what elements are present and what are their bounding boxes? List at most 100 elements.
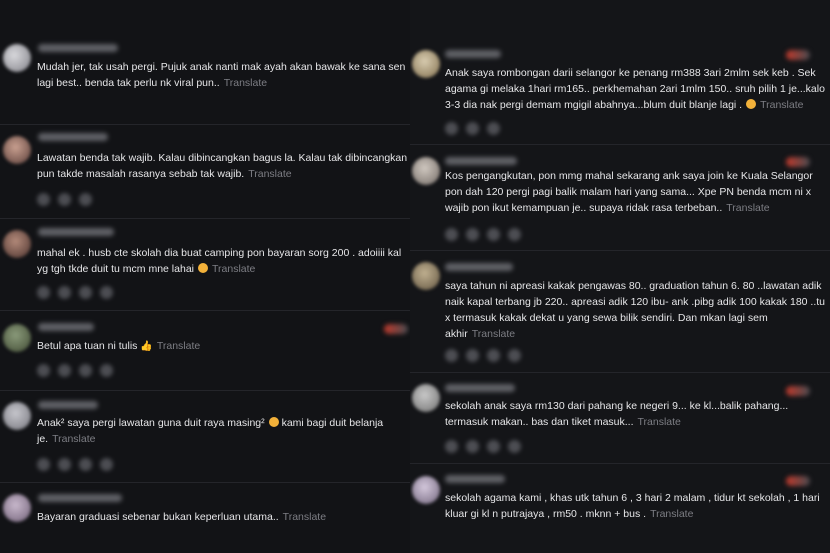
left-comment-column: Mudah jer, tak usah pergi. Pujuk anak na… bbox=[0, 0, 410, 553]
like-icon[interactable] bbox=[37, 458, 50, 471]
face-icon bbox=[746, 99, 757, 109]
comment-body: Betul apa tuan ni tulis bbox=[37, 340, 138, 352]
more-icon[interactable] bbox=[508, 440, 521, 453]
divider bbox=[0, 218, 410, 219]
divider bbox=[410, 250, 830, 251]
translate-link[interactable]: Translate bbox=[638, 416, 681, 428]
reply-icon[interactable] bbox=[58, 193, 71, 206]
divider bbox=[0, 310, 410, 311]
like-icon[interactable] bbox=[445, 228, 458, 241]
share-icon[interactable] bbox=[79, 286, 92, 299]
avatar[interactable] bbox=[3, 324, 31, 352]
comment-actions[interactable] bbox=[37, 458, 121, 472]
comment-actions[interactable] bbox=[445, 440, 529, 454]
reaction-icon[interactable] bbox=[786, 386, 810, 396]
comment-actions[interactable] bbox=[37, 364, 121, 378]
comment-actions[interactable] bbox=[37, 193, 100, 207]
comment-text: Lawatan benda tak wajib. Kalau dibincang… bbox=[37, 150, 410, 182]
comment-text: Betul apa tuan ni tulis 👍 Translate bbox=[37, 338, 410, 355]
like-icon[interactable] bbox=[37, 193, 50, 206]
translate-link[interactable]: Translate bbox=[283, 511, 326, 523]
comment-actions[interactable] bbox=[445, 349, 529, 363]
comment-body: Anak² saya pergi lawatan guna duit raya … bbox=[37, 417, 265, 429]
divider bbox=[410, 372, 830, 373]
commenter-name-blurred[interactable] bbox=[38, 494, 122, 502]
reaction-icon[interactable] bbox=[786, 476, 810, 486]
translate-link[interactable]: Translate bbox=[248, 168, 291, 180]
face-icon bbox=[268, 417, 279, 427]
comment-text: mahal ek . husb cte skolah dia buat camp… bbox=[37, 245, 410, 277]
commenter-name-blurred[interactable] bbox=[38, 401, 98, 409]
avatar[interactable] bbox=[412, 262, 440, 290]
reply-icon[interactable] bbox=[466, 122, 479, 135]
comment-actions[interactable] bbox=[445, 122, 508, 136]
comment-text: Anak saya rombongan darii selangor ke pe… bbox=[445, 65, 825, 113]
reply-icon[interactable] bbox=[58, 286, 71, 299]
translate-link[interactable]: Translate bbox=[760, 99, 803, 111]
more-icon[interactable] bbox=[100, 286, 113, 299]
divider bbox=[0, 390, 410, 391]
comment-text: sekolah agama kami , khas utk tahun 6 , … bbox=[445, 490, 825, 522]
commenter-name-blurred[interactable] bbox=[445, 384, 515, 392]
more-icon[interactable] bbox=[508, 228, 521, 241]
face-icon bbox=[198, 263, 208, 273]
translate-link[interactable]: Translate bbox=[726, 202, 769, 214]
translate-link[interactable]: Translate bbox=[650, 508, 693, 520]
avatar[interactable] bbox=[3, 44, 31, 72]
comment-body: sekolah anak saya rm130 dari pahang ke n… bbox=[445, 400, 789, 428]
commenter-name-blurred[interactable] bbox=[38, 44, 118, 52]
comment-actions[interactable] bbox=[445, 228, 529, 242]
reply-icon[interactable] bbox=[466, 349, 479, 362]
avatar[interactable] bbox=[3, 136, 31, 164]
divider bbox=[410, 463, 830, 464]
commenter-name-blurred[interactable] bbox=[38, 323, 94, 331]
divider bbox=[0, 124, 410, 125]
like-icon[interactable] bbox=[445, 440, 458, 453]
translate-link[interactable]: Translate bbox=[157, 340, 200, 352]
share-icon[interactable] bbox=[487, 349, 500, 362]
commenter-name-blurred[interactable] bbox=[38, 228, 114, 236]
share-icon[interactable] bbox=[79, 364, 92, 377]
reaction-icon[interactable] bbox=[786, 157, 810, 167]
like-icon[interactable] bbox=[445, 122, 458, 135]
share-icon[interactable] bbox=[487, 228, 500, 241]
comment-body: Lawatan benda tak wajib. Kalau dibincang… bbox=[37, 152, 408, 180]
commenter-name-blurred[interactable] bbox=[445, 50, 501, 58]
more-icon[interactable] bbox=[100, 364, 113, 377]
like-icon[interactable] bbox=[37, 364, 50, 377]
translate-link[interactable]: Translate bbox=[52, 433, 95, 445]
avatar[interactable] bbox=[3, 402, 31, 430]
reaction-icon[interactable] bbox=[384, 324, 408, 334]
comment-text: Bayaran graduasi sebenar bukan keperluan… bbox=[37, 509, 410, 525]
avatar[interactable] bbox=[412, 157, 440, 185]
translate-link[interactable]: Translate bbox=[224, 77, 267, 89]
avatar[interactable] bbox=[3, 230, 31, 258]
reply-icon[interactable] bbox=[466, 228, 479, 241]
translate-link[interactable]: Translate bbox=[472, 328, 515, 340]
avatar[interactable] bbox=[412, 384, 440, 412]
translate-link[interactable]: Translate bbox=[212, 263, 255, 275]
comment-body: Mudah jer, tak usah pergi. Pujuk anak na… bbox=[37, 61, 406, 89]
avatar[interactable] bbox=[3, 494, 31, 522]
comment-actions[interactable] bbox=[37, 286, 121, 300]
commenter-name-blurred[interactable] bbox=[445, 157, 517, 165]
commenter-name-blurred[interactable] bbox=[445, 263, 513, 271]
reaction-icon[interactable] bbox=[786, 50, 810, 60]
reply-icon[interactable] bbox=[58, 458, 71, 471]
share-icon[interactable] bbox=[487, 440, 500, 453]
like-icon[interactable] bbox=[445, 349, 458, 362]
share-icon[interactable] bbox=[487, 122, 500, 135]
reply-icon[interactable] bbox=[58, 364, 71, 377]
commenter-name-blurred[interactable] bbox=[38, 133, 108, 141]
avatar[interactable] bbox=[412, 50, 440, 78]
reply-icon[interactable] bbox=[466, 440, 479, 453]
thumbs-up-icon: 👍 bbox=[140, 341, 153, 352]
comment-text: Anak² saya pergi lawatan guna duit raya … bbox=[37, 415, 410, 447]
like-icon[interactable] bbox=[37, 286, 50, 299]
share-icon[interactable] bbox=[79, 193, 92, 206]
more-icon[interactable] bbox=[100, 458, 113, 471]
more-icon[interactable] bbox=[508, 349, 521, 362]
commenter-name-blurred[interactable] bbox=[445, 475, 505, 483]
avatar[interactable] bbox=[412, 476, 440, 504]
share-icon[interactable] bbox=[79, 458, 92, 471]
